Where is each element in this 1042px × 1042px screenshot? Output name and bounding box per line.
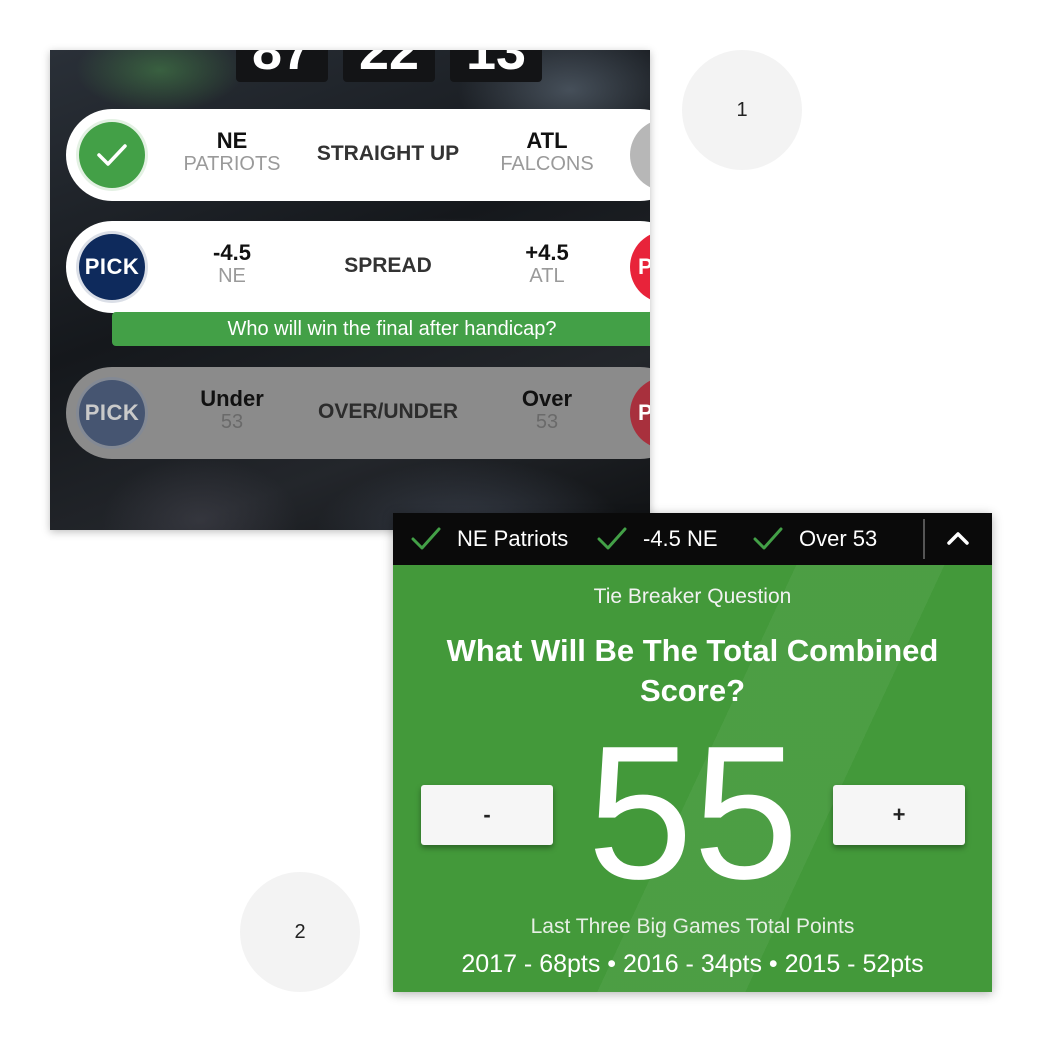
- pick-atl-button[interactable]: [630, 119, 650, 191]
- right-team: ATL FALCONS: [477, 128, 617, 176]
- summary-pick-label: -4.5 NE: [643, 526, 718, 551]
- pick-under-button[interactable]: PICK: [76, 377, 148, 449]
- score-value: 55: [587, 707, 799, 919]
- increment-button[interactable]: +: [833, 785, 965, 845]
- team-name: FALCONS: [500, 153, 594, 176]
- picks-panel: 87 22 13 NE PATRIOTS STRAIGHT UP ATL FAL…: [50, 50, 650, 530]
- spread-value: +4.5: [525, 240, 569, 265]
- countdown-days: 87: [236, 50, 328, 82]
- countdown-clock: 87 22 13: [50, 50, 650, 84]
- bet-type-label: SPREAD: [344, 254, 432, 277]
- bet-type-label: OVER/UNDER: [317, 400, 459, 423]
- check-icon: [97, 144, 127, 166]
- team-abbrev: NE: [218, 265, 246, 288]
- summary-pick: Over 53: [753, 513, 877, 565]
- pick-ne-spread-button[interactable]: PICK: [76, 231, 148, 303]
- spread-value: -4.5: [213, 240, 251, 265]
- right-option: Over 53: [477, 386, 617, 434]
- team-abbrev: NE: [216, 128, 248, 153]
- option-value: 53: [535, 411, 559, 434]
- hint-banner: Who will win the final after handicap?: [112, 312, 650, 346]
- tiebreaker-panel: NE Patriots -4.5 NE Over 53 Tie Breaker …: [393, 513, 992, 992]
- tiebreaker-question: What Will Be The Total Combined Score?: [446, 633, 939, 708]
- straight-up-row[interactable]: NE PATRIOTS STRAIGHT UP ATL FALCONS: [66, 109, 650, 201]
- decrement-button[interactable]: -: [421, 785, 553, 845]
- option-label: Under: [200, 386, 264, 411]
- history-label: Last Three Big Games Total Points: [530, 915, 855, 938]
- spread-row[interactable]: PICK -4.5 NE SPREAD +4.5 ATL P: [66, 221, 650, 313]
- pick-atl-spread-button[interactable]: P: [630, 231, 650, 303]
- team-abbrev: ATL: [529, 265, 565, 288]
- history-values: 2017 - 68pts • 2016 - 34pts • 2015 - 52p…: [461, 950, 924, 978]
- left-team: -4.5 NE: [162, 240, 302, 288]
- step-marker-1: 1: [682, 50, 802, 170]
- check-icon: [411, 527, 441, 550]
- summary-pick-label: Over 53: [799, 526, 878, 551]
- check-icon: [753, 527, 783, 550]
- summary-pick: NE Patriots: [411, 513, 568, 565]
- option-value: 53: [220, 411, 244, 434]
- bet-type-label: STRAIGHT UP: [316, 142, 460, 165]
- chevron-up-icon[interactable]: [945, 526, 971, 552]
- summary-pick-label: NE Patriots: [457, 526, 569, 551]
- tiebreaker-label: Tie Breaker Question: [593, 585, 792, 608]
- summary-pick: -4.5 NE: [597, 513, 718, 565]
- pick-over-button[interactable]: P: [630, 377, 650, 449]
- step-marker-2: 2: [240, 872, 360, 992]
- divider: [923, 519, 925, 559]
- countdown-hours: 22: [343, 50, 435, 82]
- team-name: PATRIOTS: [183, 153, 281, 176]
- left-option: Under 53: [162, 386, 302, 434]
- right-team: +4.5 ATL: [477, 240, 617, 288]
- check-icon: [597, 527, 627, 550]
- left-team: NE PATRIOTS: [162, 128, 302, 176]
- pick-ne-button[interactable]: [76, 119, 148, 191]
- picks-summary-bar: NE Patriots -4.5 NE Over 53: [393, 513, 992, 565]
- option-label: Over: [521, 386, 573, 411]
- countdown-minutes: 13: [450, 50, 542, 82]
- over-under-row[interactable]: PICK Under 53 OVER/UNDER Over 53 P: [66, 367, 650, 459]
- team-abbrev: ATL: [526, 128, 568, 153]
